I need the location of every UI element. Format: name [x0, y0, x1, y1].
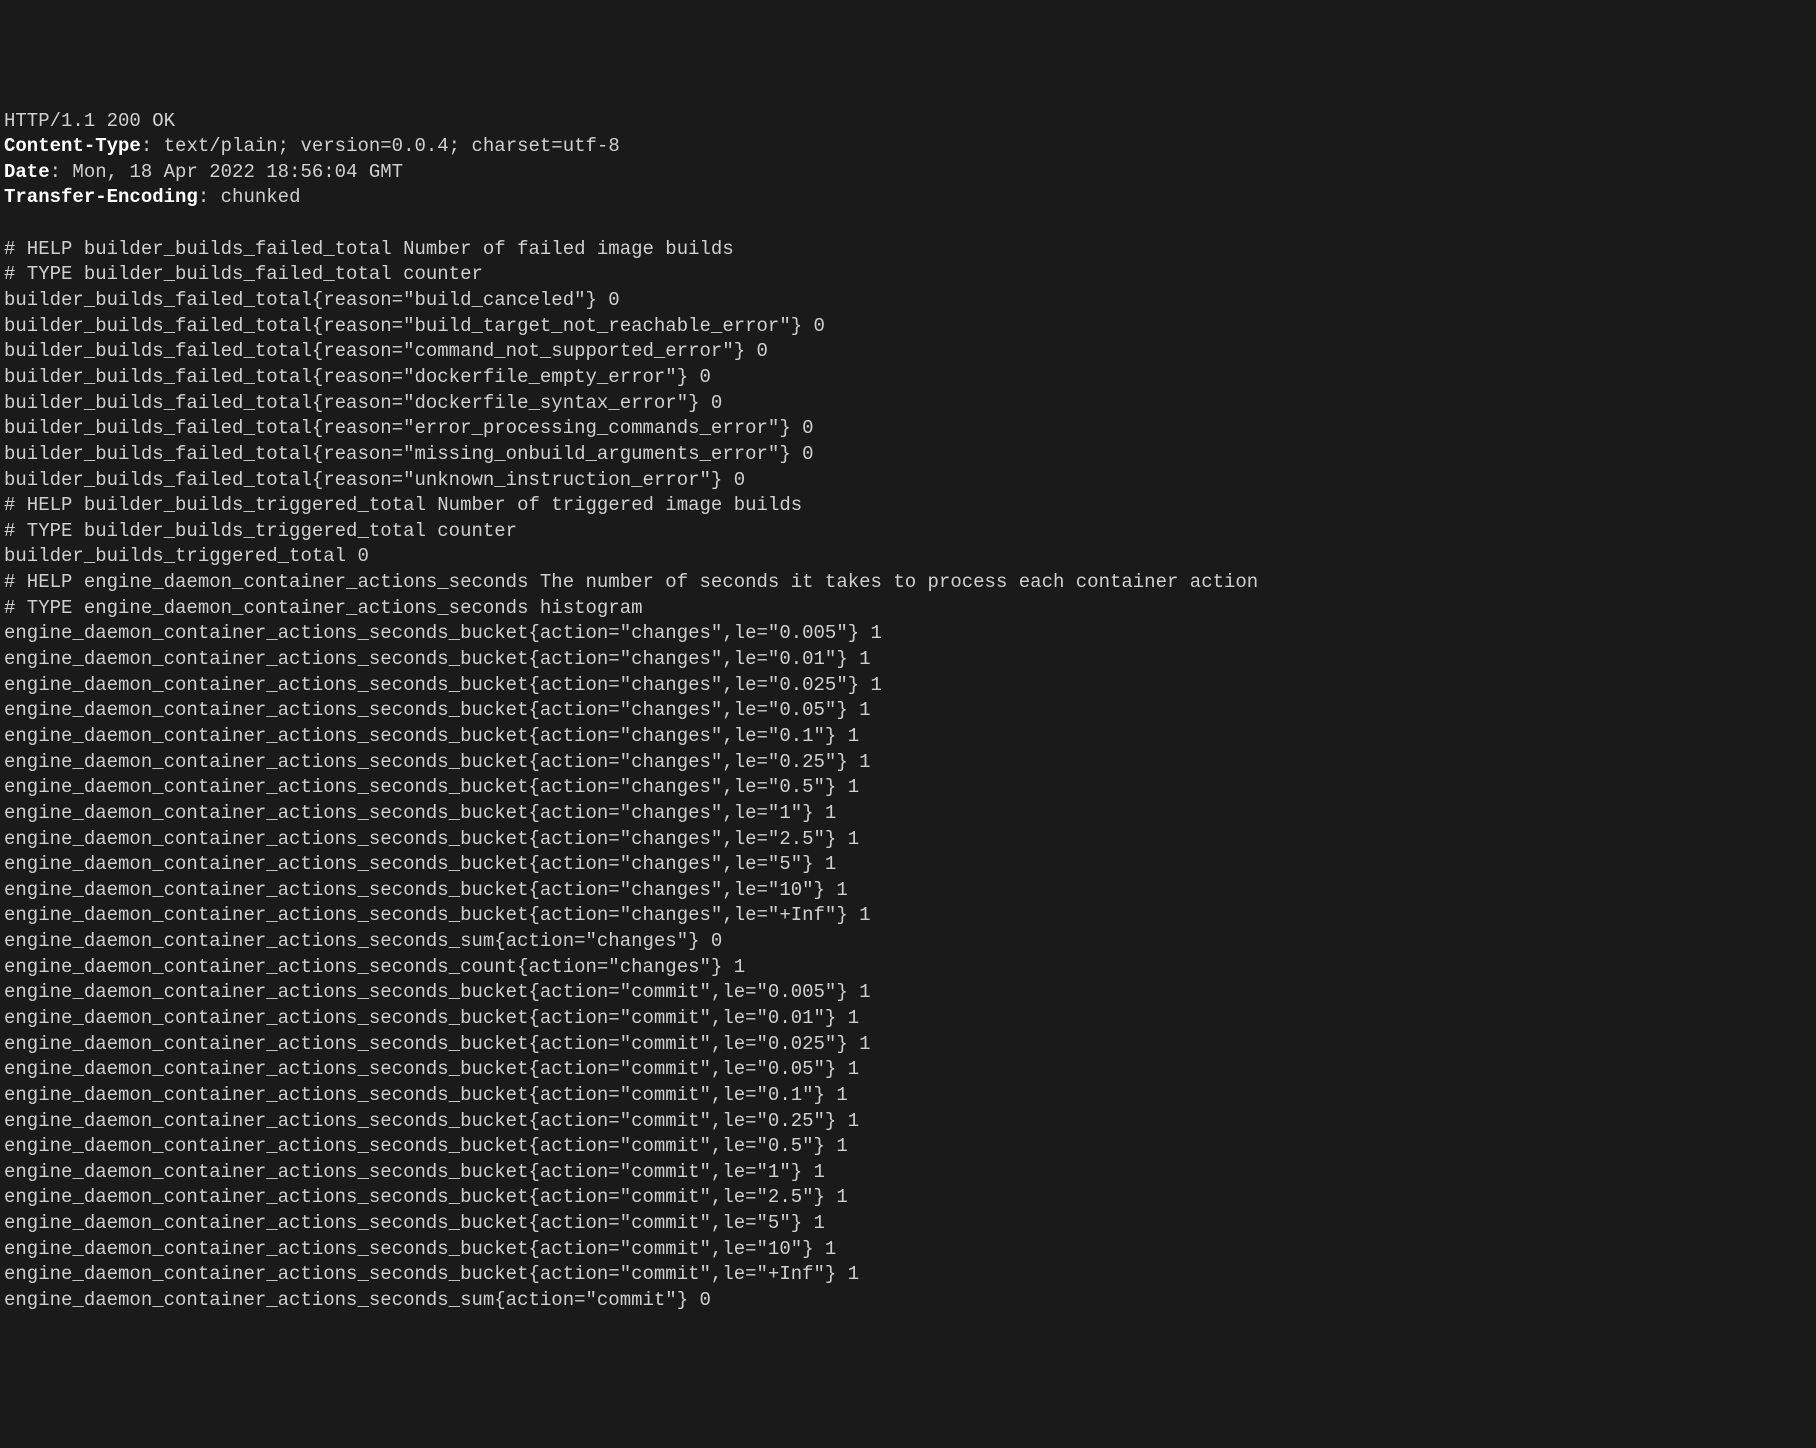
- metric-line: engine_daemon_container_actions_seconds_…: [4, 929, 1812, 955]
- http-header-2: Transfer-Encoding: chunked: [4, 185, 1812, 211]
- metrics-body: # HELP builder_builds_failed_total Numbe…: [4, 237, 1812, 1314]
- metric-line: # TYPE engine_daemon_container_actions_s…: [4, 596, 1812, 622]
- metric-line: engine_daemon_container_actions_seconds_…: [4, 955, 1812, 981]
- metric-line: engine_daemon_container_actions_seconds_…: [4, 647, 1812, 673]
- metric-line: engine_daemon_container_actions_seconds_…: [4, 775, 1812, 801]
- metric-line: builder_builds_failed_total{reason="buil…: [4, 314, 1812, 340]
- metric-line: builder_builds_failed_total{reason="dock…: [4, 391, 1812, 417]
- metric-line: engine_daemon_container_actions_seconds_…: [4, 1211, 1812, 1237]
- metric-line: engine_daemon_container_actions_seconds_…: [4, 801, 1812, 827]
- metric-line: builder_builds_failed_total{reason="buil…: [4, 288, 1812, 314]
- metric-line: engine_daemon_container_actions_seconds_…: [4, 1006, 1812, 1032]
- http-status-line: HTTP/1.1 200 OK: [4, 109, 1812, 135]
- metric-line: engine_daemon_container_actions_seconds_…: [4, 1057, 1812, 1083]
- metric-line: engine_daemon_container_actions_seconds_…: [4, 827, 1812, 853]
- metric-line: builder_builds_failed_total{reason="unkn…: [4, 468, 1812, 494]
- metric-line: builder_builds_failed_total{reason="miss…: [4, 442, 1812, 468]
- metric-line: builder_builds_failed_total{reason="dock…: [4, 365, 1812, 391]
- metric-line: engine_daemon_container_actions_seconds_…: [4, 1237, 1812, 1263]
- metric-line: engine_daemon_container_actions_seconds_…: [4, 852, 1812, 878]
- metric-line: # TYPE builder_builds_failed_total count…: [4, 262, 1812, 288]
- metric-line: engine_daemon_container_actions_seconds_…: [4, 1288, 1812, 1314]
- metric-line: engine_daemon_container_actions_seconds_…: [4, 1134, 1812, 1160]
- metric-line: builder_builds_failed_total{reason="erro…: [4, 416, 1812, 442]
- metric-line: engine_daemon_container_actions_seconds_…: [4, 1109, 1812, 1135]
- blank-line: [4, 211, 1812, 237]
- metric-line: engine_daemon_container_actions_seconds_…: [4, 750, 1812, 776]
- metric-line: engine_daemon_container_actions_seconds_…: [4, 1032, 1812, 1058]
- metric-line: engine_daemon_container_actions_seconds_…: [4, 698, 1812, 724]
- header-value-2: chunked: [221, 186, 301, 208]
- http-header-0: Content-Type: text/plain; version=0.0.4;…: [4, 134, 1812, 160]
- header-value-1: Mon, 18 Apr 2022 18:56:04 GMT: [72, 161, 403, 183]
- metric-line: engine_daemon_container_actions_seconds_…: [4, 1083, 1812, 1109]
- metric-line: engine_daemon_container_actions_seconds_…: [4, 1160, 1812, 1186]
- metric-line: # TYPE builder_builds_triggered_total co…: [4, 519, 1812, 545]
- metric-line: engine_daemon_container_actions_seconds_…: [4, 903, 1812, 929]
- header-value-0: text/plain; version=0.0.4; charset=utf-8: [164, 135, 620, 157]
- metric-line: engine_daemon_container_actions_seconds_…: [4, 878, 1812, 904]
- metric-line: engine_daemon_container_actions_seconds_…: [4, 673, 1812, 699]
- metric-line: builder_builds_triggered_total 0: [4, 544, 1812, 570]
- header-name-1: Date: [4, 161, 50, 183]
- metric-line: engine_daemon_container_actions_seconds_…: [4, 621, 1812, 647]
- http-header-1: Date: Mon, 18 Apr 2022 18:56:04 GMT: [4, 160, 1812, 186]
- metric-line: engine_daemon_container_actions_seconds_…: [4, 980, 1812, 1006]
- metric-line: engine_daemon_container_actions_seconds_…: [4, 724, 1812, 750]
- header-name-2: Transfer-Encoding: [4, 186, 198, 208]
- metric-line: # HELP engine_daemon_container_actions_s…: [4, 570, 1812, 596]
- header-name-0: Content-Type: [4, 135, 141, 157]
- metric-line: builder_builds_failed_total{reason="comm…: [4, 339, 1812, 365]
- metric-line: engine_daemon_container_actions_seconds_…: [4, 1262, 1812, 1288]
- metric-line: # HELP builder_builds_triggered_total Nu…: [4, 493, 1812, 519]
- metric-line: engine_daemon_container_actions_seconds_…: [4, 1185, 1812, 1211]
- metric-line: # HELP builder_builds_failed_total Numbe…: [4, 237, 1812, 263]
